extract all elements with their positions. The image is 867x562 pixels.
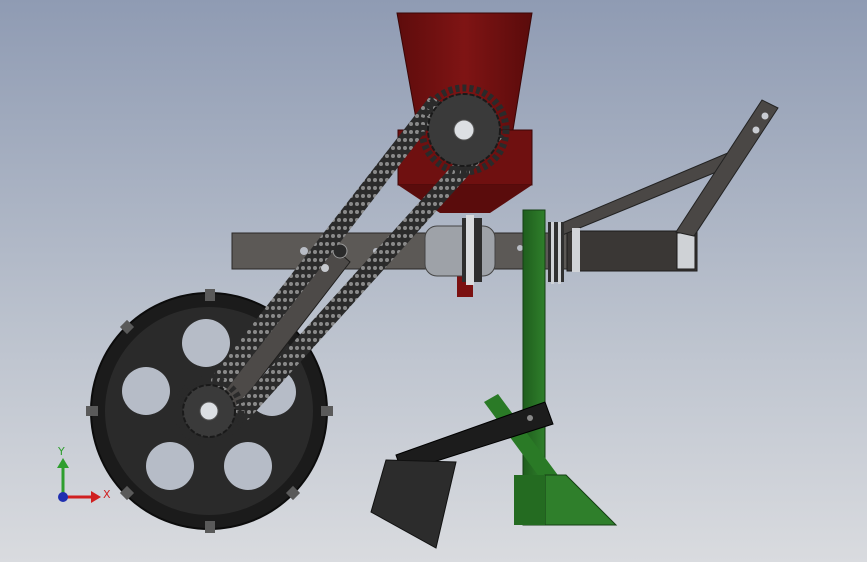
triad-x-label: X	[103, 488, 111, 501]
clamp-bolts	[548, 222, 580, 284]
triad-y-label: Y	[57, 445, 65, 458]
hitch-arm[interactable]	[554, 99, 779, 237]
metering-sprocket[interactable]	[427, 93, 501, 167]
wheel-sprocket[interactable]	[182, 384, 236, 438]
cad-viewport[interactable]: Y X	[0, 0, 867, 562]
planter-assembly-model[interactable]: Y X	[0, 0, 867, 562]
bearing-housing[interactable]	[424, 215, 496, 285]
